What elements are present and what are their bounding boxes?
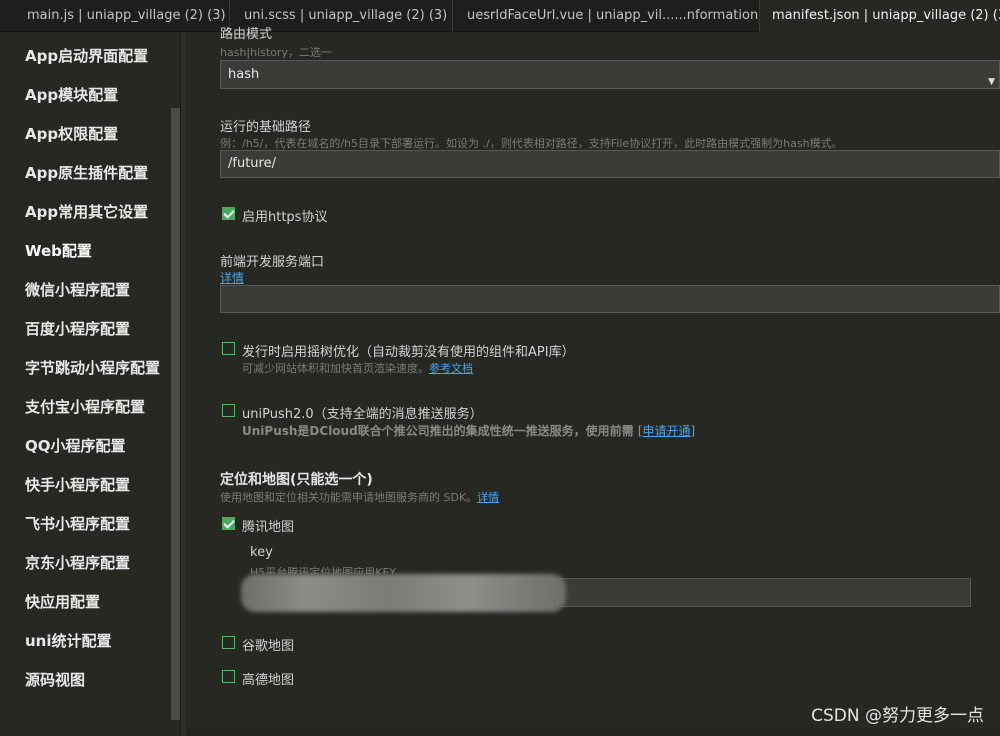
- tab-main-js[interactable]: main.js | uniapp_village (2) (3): [0, 0, 230, 32]
- https-checkbox[interactable]: [222, 207, 235, 220]
- sidebar-item-qq[interactable]: QQ小程序配置: [25, 435, 126, 456]
- tab-uesridfaceurl-vue[interactable]: uesrIdFaceUrl.vue | uniapp_vil......nfor…: [453, 0, 760, 32]
- google-map-checkbox[interactable]: [222, 636, 235, 649]
- map-hint-text: 使用地图和定位相关功能需申请地图服务商的 SDK。: [220, 491, 478, 504]
- unipush-label: uniPush2.0（支持全端的消息推送服务）: [242, 407, 483, 422]
- tree-shaking-checkbox[interactable]: [222, 342, 235, 355]
- tree-shaking-hint-text: 可减少网站体积和加快首页渲染速度。: [242, 362, 429, 375]
- sidebar-item-uni-stat[interactable]: uni统计配置: [25, 630, 112, 651]
- sidebar-item-app-native-plugins[interactable]: App原生插件配置: [25, 162, 148, 183]
- map-key-label: key: [250, 545, 273, 560]
- dev-port-input[interactable]: [220, 285, 1000, 313]
- base-path-hint: 例：/h5/，代表在域名的/h5目录下部署运行。如设为 ./，则代表相对路径，支…: [220, 137, 843, 150]
- router-mode-label: 路由模式: [220, 27, 273, 42]
- sidebar-item-bytedance[interactable]: 字节跳动小程序配置: [25, 357, 160, 378]
- sidebar-item-app-other-settings[interactable]: App常用其它设置: [25, 201, 148, 222]
- sidebar-item-web[interactable]: Web配置: [25, 240, 92, 261]
- base-path-label: 运行的基础路径: [220, 120, 312, 135]
- sidebar-item-app-modules[interactable]: App模块配置: [25, 84, 118, 105]
- router-mode-value: hash: [228, 67, 260, 82]
- sidebar-item-app-splash[interactable]: App启动界面配置: [25, 45, 148, 66]
- https-label: 启用https协议: [242, 210, 328, 225]
- config-sidebar: App启动界面配置 App模块配置 App权限配置 App原生插件配置 App常…: [0, 32, 180, 736]
- bottom-scroll-area: [186, 728, 1000, 736]
- sidebar-item-app-permissions[interactable]: App权限配置: [25, 123, 118, 144]
- map-section-hint: 使用地图和定位相关功能需申请地图服务商的 SDK。详情: [220, 489, 499, 505]
- editor-tab-bar: main.js | uniapp_village (2) (3) uni.scs…: [0, 0, 1000, 32]
- unipush-hint-text: UniPush是DCloud联合个推公司推出的集成性统一推送服务，使用前需: [242, 424, 634, 438]
- amap-checkbox[interactable]: [222, 670, 235, 683]
- map-section-title: 定位和地图(只能选一个): [220, 472, 373, 488]
- chevron-down-icon: ▼: [988, 77, 995, 87]
- base-path-input[interactable]: /future/: [220, 150, 1000, 178]
- unipush-checkbox[interactable]: [222, 404, 235, 417]
- sidebar-item-kuaishou[interactable]: 快手小程序配置: [25, 474, 130, 495]
- sidebar-scrollbar[interactable]: [171, 108, 180, 720]
- tencent-map-label: 腾讯地图: [242, 520, 295, 535]
- unipush-apply-link[interactable]: [申请开通]: [638, 424, 695, 438]
- dev-port-details-link[interactable]: 详情: [220, 269, 244, 286]
- tencent-map-checkbox[interactable]: [222, 517, 235, 530]
- sidebar-item-quickapp[interactable]: 快应用配置: [25, 591, 100, 612]
- sidebar-item-jd[interactable]: 京东小程序配置: [25, 552, 130, 573]
- google-map-label: 谷歌地图: [242, 639, 295, 654]
- web-config-panel: 路由模式 hash|history，二选一 hash ▼ 运行的基础路径 例：/…: [186, 27, 1000, 736]
- amap-label: 高德地图: [242, 673, 295, 688]
- sidebar-item-baidu[interactable]: 百度小程序配置: [25, 318, 130, 339]
- redacted-key-blur: [241, 574, 566, 612]
- base-path-value: /future/: [228, 156, 276, 171]
- map-details-link[interactable]: 详情: [477, 491, 499, 504]
- tab-manifest-json[interactable]: manifest.json | uniapp_village (2) (3): [760, 0, 1000, 32]
- csdn-watermark: CSDN @努力更多一点: [811, 706, 984, 726]
- tree-shaking-label: 发行时启用摇树优化（自动裁剪没有使用的组件和API库）: [242, 345, 575, 360]
- sidebar-item-feishu[interactable]: 飞书小程序配置: [25, 513, 130, 534]
- sidebar-item-alipay[interactable]: 支付宝小程序配置: [25, 396, 145, 417]
- unipush-hint: UniPush是DCloud联合个推公司推出的集成性统一推送服务，使用前需 [申…: [242, 422, 695, 439]
- sidebar-item-weixin[interactable]: 微信小程序配置: [25, 279, 130, 300]
- dev-port-label: 前端开发服务端口: [220, 255, 325, 270]
- map-key-hint: H5平台腾讯定位地图应用KEY: [250, 566, 397, 574]
- tree-shaking-hint: 可减少网站体积和加快首页渲染速度。参考文档: [242, 360, 473, 376]
- router-mode-hint: hash|history，二选一: [220, 46, 332, 59]
- router-mode-select[interactable]: hash ▼: [220, 60, 1000, 89]
- sidebar-item-source-view[interactable]: 源码视图: [25, 669, 85, 690]
- tree-shaking-docs-link[interactable]: 参考文档: [429, 362, 473, 375]
